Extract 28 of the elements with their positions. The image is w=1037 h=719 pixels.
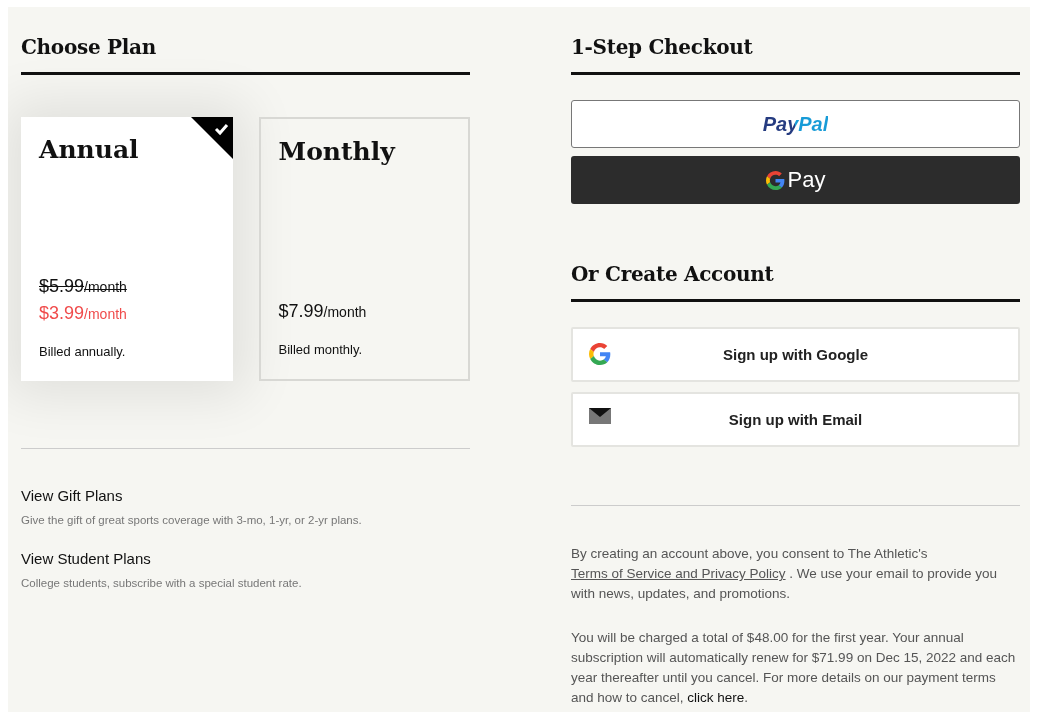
billing-terms-text: You will be charged a total of $48.00 for the first year. Your annual subscription will automatically renew for $71.99 on Dec 15, 2022 and each year thereafter until you cancel. For more details on our payment terms and how to cancel, click here. (571, 629, 1017, 707)
plan-price: $7.99/month (278, 301, 368, 322)
plan-name: Annual (39, 135, 140, 164)
terms-link[interactable]: Terms of Service and Privacy Policy (571, 566, 786, 581)
plan-card[interactable]: Monthly $7.99/month Billed monthly. (258, 117, 470, 381)
plan-price: $3.99/month (39, 303, 128, 324)
section-heading: 1-Step Checkout (571, 35, 1020, 75)
google-g-icon (589, 343, 611, 365)
google-g-icon (765, 170, 785, 190)
plan-link[interactable]: View Student Plans (21, 550, 151, 567)
consent-text: By creating an account above, you consent to The Athletic's Terms of Service and Privacy Policy . We use your email to provide you with news, updates, and promotions. (571, 545, 998, 603)
envelope-icon (589, 408, 611, 424)
billing-note: Billed annually. (39, 344, 127, 359)
plan-card[interactable]: Annual $5.99/month $3.99/month Billed annually. (21, 117, 233, 381)
section-heading: Or Create Account (571, 262, 1020, 302)
email-signup-button[interactable]: Sign up with Email (571, 392, 1020, 447)
section-heading: Choose Plan (21, 35, 470, 75)
click-here-link[interactable]: click here (687, 690, 745, 705)
plan-link[interactable]: View Gift Plans (21, 487, 123, 504)
google-signup-button[interactable]: Sign up with Google (571, 327, 1020, 382)
selected-check-icon (190, 117, 233, 159)
paypal-button[interactable]: PayPal (571, 100, 1020, 148)
plan-link-description: College students, subscribe with a special student rate. (21, 577, 303, 589)
original-price: $5.99/month (39, 276, 128, 297)
plan-name: Monthly (278, 137, 397, 166)
google-pay-button[interactable]: Pay (571, 156, 1020, 204)
billing-note: Billed monthly. (278, 342, 364, 357)
plan-link-description: Give the gift of great sports coverage with 3-mo, 1-yr, or 2-yr plans. (21, 514, 363, 526)
